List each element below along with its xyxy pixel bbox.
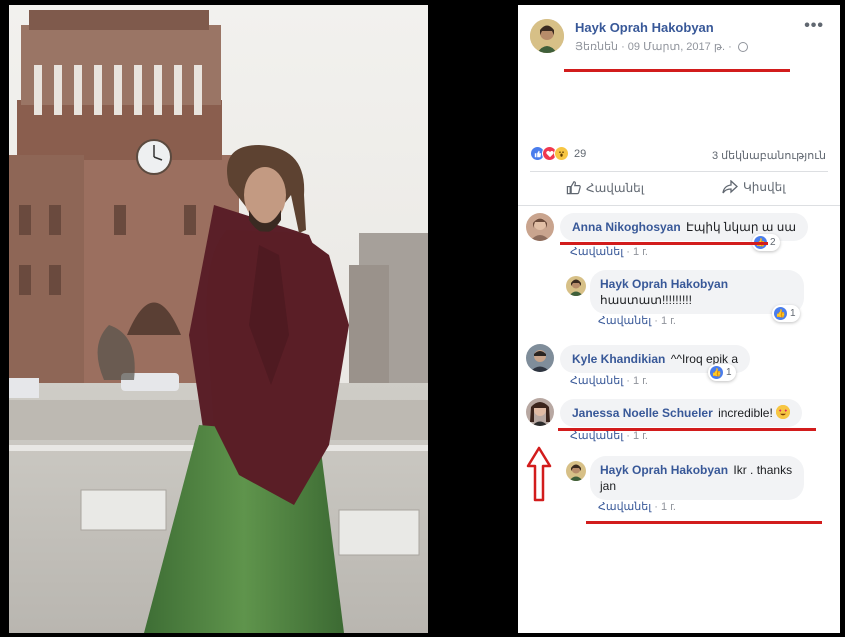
- comment-bubble: Janessa Noelle Schueler incredible!: [560, 399, 803, 427]
- comment-actions: Հավանել · 1 г.: [570, 246, 648, 258]
- divider: [530, 171, 828, 172]
- reply-bubble: Hayk Oprah Hakobyan Ikr . thanks jan: [590, 456, 804, 500]
- reply-time[interactable]: 1 г.: [661, 315, 676, 327]
- reply-like-count[interactable]: 👍 1: [772, 305, 800, 322]
- photo-illustration: [9, 5, 428, 633]
- red-up-arrow-icon: [526, 446, 552, 502]
- reply-author[interactable]: Hayk Oprah Hakobyan: [600, 276, 792, 292]
- comment-time[interactable]: 1 г.: [633, 375, 648, 387]
- comment-text: incredible!: [718, 406, 773, 420]
- author-avatar[interactable]: [530, 19, 564, 53]
- post-photo[interactable]: [9, 5, 428, 633]
- reply-actions: Հավանել · 1 г.: [598, 315, 676, 327]
- reply-avatar[interactable]: [566, 461, 586, 481]
- share-button-label: Կիսվել: [743, 180, 786, 194]
- divider: [518, 205, 840, 206]
- reply-bubble: Hayk Oprah Hakobyan հաստատ!!!!!!!!!: [590, 270, 804, 314]
- comment-like-link[interactable]: Հավանել: [570, 430, 623, 442]
- annotation-underline: [564, 69, 790, 72]
- commenter-avatar[interactable]: [526, 398, 554, 426]
- reaction-count: 29: [574, 147, 587, 160]
- like-reaction-icon: 👍: [710, 366, 723, 379]
- share-button[interactable]: Կիսվել: [722, 180, 785, 194]
- comments-count-link[interactable]: 3 մեկնաբանություն: [712, 149, 826, 162]
- like-reaction-icon: 👍: [774, 307, 787, 320]
- comment-author[interactable]: Kyle Khandikian: [572, 352, 665, 366]
- comment-author[interactable]: Janessa Noelle Schueler: [572, 406, 713, 420]
- annotation-underline: [558, 428, 816, 431]
- comment-time[interactable]: 1 г.: [633, 430, 648, 442]
- heart-eyes-emoji-icon: [776, 405, 791, 419]
- annotation-underline: [586, 521, 822, 524]
- comment-like-link[interactable]: Հավանել: [570, 246, 623, 258]
- post-author-name[interactable]: Hayk Oprah Hakobyan: [575, 20, 714, 35]
- comment-actions: Հավանել · 1 г.: [570, 375, 648, 387]
- post-timestamp[interactable]: Յեռնեն · 09 Մարտ, 2017 թ. ·: [575, 40, 732, 53]
- commenter-avatar[interactable]: [526, 213, 554, 241]
- share-arrow-icon: [722, 180, 738, 194]
- comment-like-count[interactable]: 👍 1: [708, 364, 736, 381]
- commenter-avatar[interactable]: [526, 344, 554, 372]
- like-button-label: Հավանել: [586, 180, 645, 195]
- more-options-icon[interactable]: •••: [804, 17, 824, 35]
- thumbs-up-icon: [566, 181, 581, 195]
- post-panel: Hayk Oprah Hakobyan Յեռնեն · 09 Մարտ, 20…: [518, 5, 840, 633]
- comment-like-link[interactable]: Հավանել: [570, 375, 623, 387]
- reply-author[interactable]: Hayk Oprah Hakobyan: [600, 463, 728, 477]
- annotation-underline: [560, 242, 768, 245]
- post-meta: Յեռնեն · 09 Մարտ, 2017 թ. ·: [575, 40, 748, 53]
- reply-time[interactable]: 1 г.: [661, 501, 676, 513]
- comment-time[interactable]: 1 г.: [633, 246, 648, 258]
- reply-text: հաստատ!!!!!!!!!: [600, 293, 692, 307]
- reactions-summary[interactable]: 29: [530, 146, 586, 161]
- comment-text: Էպիկ նկար ա սա: [686, 220, 797, 234]
- globe-icon: [737, 41, 748, 52]
- reply-like-link[interactable]: Հավանել: [598, 315, 651, 327]
- reply-avatar[interactable]: [566, 276, 586, 296]
- reply-actions: Հավանել · 1 г.: [598, 501, 676, 513]
- wow-reaction-icon: [554, 146, 569, 161]
- like-button[interactable]: Հավանել: [566, 180, 644, 195]
- comment-author[interactable]: Anna Nikoghosyan: [572, 220, 681, 234]
- reply-like-link[interactable]: Հավանել: [598, 501, 651, 513]
